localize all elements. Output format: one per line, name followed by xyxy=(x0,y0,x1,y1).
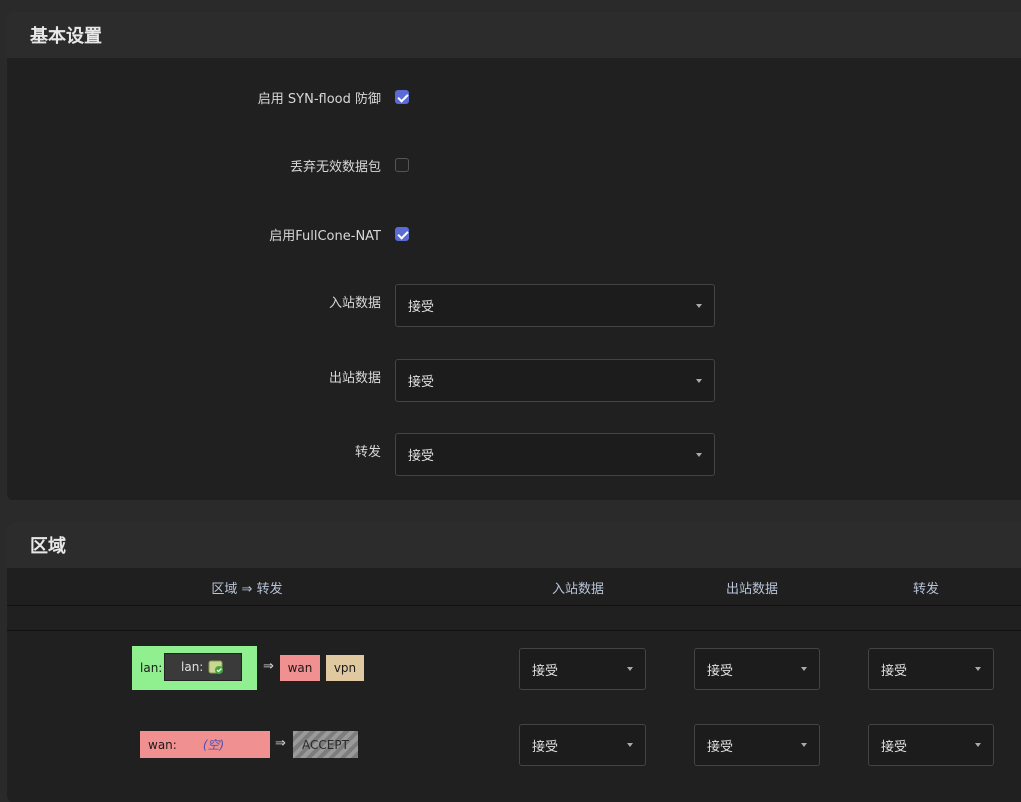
lan-input-select[interactable]: 接受 xyxy=(519,648,646,690)
zone-lan-network-label: lan: xyxy=(181,660,204,674)
lan-output-select[interactable]: 接受 xyxy=(694,648,820,690)
table-divider xyxy=(7,606,1021,631)
zones-panel: 区域 区域 ⇒ 转发 入站数据 出站数据 转发 lan: lan: ⇒ wan … xyxy=(7,522,1021,802)
zone-lan-chip[interactable]: lan: lan: xyxy=(132,646,257,690)
zone-wan-network: (空) xyxy=(202,738,225,752)
chevron-down-icon xyxy=(696,452,702,457)
forward-policy-value: 接受 xyxy=(408,449,435,464)
chevron-down-icon xyxy=(696,378,702,383)
input-policy-select[interactable]: 接受 xyxy=(395,284,715,327)
basic-settings-title: 基本设置 xyxy=(7,12,1021,58)
target-wan-chip: wan xyxy=(280,655,320,681)
zone-lan-name: lan: xyxy=(140,661,163,675)
wan-forward-value: 接受 xyxy=(881,739,908,755)
output-policy-select[interactable]: 接受 xyxy=(395,359,715,402)
chevron-down-icon xyxy=(627,667,633,671)
forward-policy-label: 转发 xyxy=(354,445,381,460)
target-vpn-chip: vpn xyxy=(326,655,364,681)
network-icon xyxy=(208,660,224,674)
zones-title: 区域 xyxy=(7,522,1021,568)
wan-output-value: 接受 xyxy=(707,739,734,755)
header-forward: 转发 xyxy=(912,582,939,597)
chevron-down-icon xyxy=(696,303,702,308)
output-policy-value: 接受 xyxy=(408,375,435,390)
basic-settings-panel: 基本设置 启用 SYN-flood 防御 丢弃无效数据包 启用FullCone-… xyxy=(7,12,1021,500)
forward-arrow: ⇒ xyxy=(263,659,274,674)
lan-forward-value: 接受 xyxy=(881,663,908,679)
zone-wan-chip[interactable]: wan: (空) xyxy=(140,731,270,758)
target-accept-chip: ACCEPT xyxy=(293,731,358,758)
syn-flood-label: 启用 SYN-flood 防御 xyxy=(257,92,381,107)
header-zone-forward: 区域 ⇒ 转发 xyxy=(211,582,283,597)
forward-policy-select[interactable]: 接受 xyxy=(395,433,715,476)
syn-flood-checkbox[interactable] xyxy=(395,90,409,104)
drop-invalid-checkbox[interactable] xyxy=(395,158,409,172)
lan-output-value: 接受 xyxy=(707,663,734,679)
chevron-down-icon xyxy=(801,667,807,671)
wan-output-select[interactable]: 接受 xyxy=(694,724,820,766)
chevron-down-icon xyxy=(801,743,807,747)
header-output: 出站数据 xyxy=(725,582,778,597)
lan-input-value: 接受 xyxy=(532,663,559,679)
chevron-down-icon xyxy=(975,667,981,671)
wan-input-select[interactable]: 接受 xyxy=(519,724,646,766)
zone-wan-name: wan: xyxy=(148,737,177,752)
zone-lan-network: lan: xyxy=(164,653,242,681)
fullcone-checkbox[interactable] xyxy=(395,227,409,241)
chevron-down-icon xyxy=(627,743,633,747)
chevron-down-icon xyxy=(975,743,981,747)
input-policy-label: 入站数据 xyxy=(328,296,381,311)
drop-invalid-label: 丢弃无效数据包 xyxy=(289,160,381,175)
input-policy-value: 接受 xyxy=(408,300,435,315)
wan-forward-select[interactable]: 接受 xyxy=(868,724,994,766)
forward-arrow: ⇒ xyxy=(275,736,286,751)
output-policy-label: 出站数据 xyxy=(328,371,381,386)
fullcone-label: 启用FullCone-NAT xyxy=(269,229,381,244)
wan-input-value: 接受 xyxy=(532,739,559,755)
lan-forward-select[interactable]: 接受 xyxy=(868,648,994,690)
header-input: 入站数据 xyxy=(551,582,604,597)
